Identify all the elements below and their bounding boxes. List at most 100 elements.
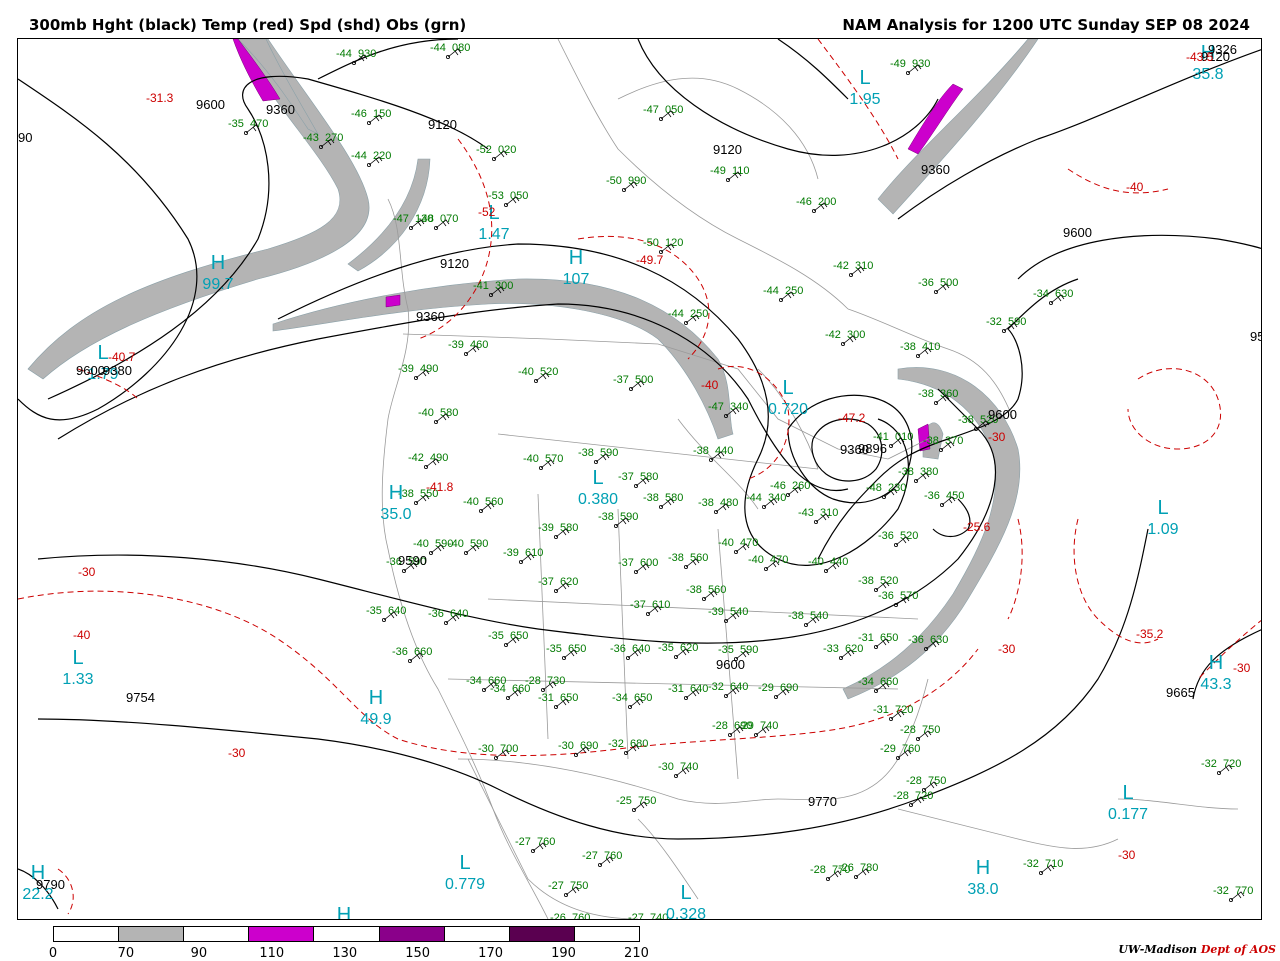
colorbar-segment	[119, 927, 185, 941]
station-obs: -42 310	[833, 260, 873, 277]
station-obs: -36 640	[610, 643, 650, 661]
weather-map: -44 930 -44 080 -49 930 -35 470 -46 150 -47 050 -43 2…	[17, 38, 1262, 920]
hilo-value: 0.779	[445, 876, 485, 893]
obs-height: 630	[1055, 288, 1073, 300]
obs-height: 640	[690, 683, 708, 695]
obs-height: 500	[635, 374, 653, 386]
obs-temp: -38	[858, 575, 874, 587]
obs-temp: -38	[643, 492, 659, 504]
height-contour	[57, 303, 849, 492]
obs-height: 760	[604, 850, 622, 862]
station-obs: -25 750	[616, 795, 656, 813]
obs-height: 050	[665, 104, 683, 116]
station-obs: -32 590	[986, 316, 1026, 333]
temperature-contour	[1067, 168, 1169, 194]
obs-temp: -32	[608, 738, 624, 750]
station-obs: -29 740	[738, 720, 778, 738]
analysis-time: NAM Analysis for 1200 UTC Sunday SEP 08 …	[842, 16, 1250, 34]
chart-title: 300mb Hght (black) Temp (red) Spd (shd) …	[29, 16, 467, 34]
hilo-value: 1.95	[849, 91, 880, 108]
obs-temp: -34	[858, 676, 874, 688]
station-obs: -40 580	[418, 407, 458, 424]
station-obs: -36 500	[918, 277, 958, 294]
station-obs: -37 600	[618, 557, 658, 575]
station-obs: -48 230	[866, 482, 906, 499]
obs-height: 650	[560, 692, 578, 704]
obs-height: 270	[325, 132, 343, 144]
station-obs: -30 740	[658, 761, 698, 779]
height-label: 95	[1250, 329, 1262, 344]
wind-speed-colorbar	[53, 926, 640, 942]
colorbar-segment	[184, 927, 250, 941]
station-obs: -39 460	[448, 339, 488, 356]
obs-height: 450	[946, 490, 964, 502]
obs-temp: -36	[878, 530, 894, 542]
obs-height: 300	[847, 329, 865, 341]
obs-temp: -36	[610, 643, 626, 655]
obs-temp: -28	[906, 775, 922, 787]
height-label: 9360	[921, 162, 950, 177]
station-obs: -29 690	[758, 682, 798, 700]
obs-height: 360	[940, 388, 958, 400]
station-obs: -40 570	[523, 453, 563, 470]
obs-temp: -38	[698, 497, 714, 509]
obs-temp: -38	[598, 511, 614, 523]
hilo-letter: H	[569, 247, 583, 269]
station-obs: -38 590	[578, 447, 618, 464]
obs-temp: -47	[643, 104, 659, 116]
obs-temp: -43	[303, 132, 319, 144]
station-obs: -42 490	[408, 452, 448, 469]
obs-temp: -48	[866, 482, 882, 494]
station-obs: -27 740	[628, 912, 668, 919]
station-obs: -35 650	[546, 643, 586, 661]
station-obs: -38 560	[668, 552, 708, 570]
hilo-value: 0.380	[578, 491, 618, 508]
low-center: L 0.779	[445, 852, 485, 893]
border-line	[457, 678, 929, 804]
station-observations: -44 930 -44 080 -49 930 -35 470 -46 150 -47 050 -43 2…	[228, 42, 1253, 920]
obs-height: 580	[560, 522, 578, 534]
colorbar-tick-label: 130	[332, 946, 358, 961]
obs-temp: -43	[798, 507, 814, 519]
obs-height: 780	[860, 862, 878, 874]
obs-temp: -50	[606, 175, 622, 187]
obs-temp: -30	[478, 743, 494, 755]
temperature-label: -40.7	[108, 350, 136, 364]
obs-height: 580	[640, 471, 658, 483]
hilo-value: 107	[563, 271, 590, 288]
obs-temp: -39	[398, 363, 414, 375]
credit-dept: Dept of AOS	[1200, 943, 1276, 956]
obs-height: 600	[640, 557, 658, 569]
obs-temp: -28	[810, 864, 826, 876]
obs-height: 460	[470, 339, 488, 351]
obs-temp: -39	[708, 606, 724, 618]
station-obs: -31 650	[538, 692, 578, 710]
station-obs: -26 780	[838, 862, 878, 880]
obs-temp: -38	[578, 447, 594, 459]
obs-height: 660	[880, 676, 898, 688]
obs-temp: -44	[336, 48, 352, 60]
station-obs: -44 080	[430, 42, 470, 59]
obs-temp: -40	[418, 407, 434, 419]
height-contour	[1017, 234, 1261, 280]
obs-height: 930	[358, 48, 376, 60]
obs-height: 470	[250, 118, 268, 130]
obs-height: 300	[495, 280, 513, 292]
temperature-label: -40	[73, 628, 91, 642]
obs-height: 470	[770, 554, 788, 566]
obs-temp: -46	[770, 480, 786, 492]
obs-height: 470	[740, 537, 758, 549]
obs-temp: -46	[796, 196, 812, 208]
low-center: L 1.09	[1147, 497, 1178, 538]
obs-height: 760	[572, 912, 590, 920]
obs-height: 370	[945, 435, 963, 447]
obs-height: 660	[414, 646, 432, 658]
obs-height: 010	[895, 431, 913, 443]
obs-height: 500	[940, 277, 958, 289]
obs-temp: -34	[1033, 288, 1049, 300]
station-obs: -32 680	[608, 738, 648, 756]
obs-temp: -34	[612, 692, 628, 704]
obs-height: 250	[785, 285, 803, 297]
station-obs: -30 700	[478, 743, 518, 761]
height-label: 9600	[1063, 225, 1092, 240]
